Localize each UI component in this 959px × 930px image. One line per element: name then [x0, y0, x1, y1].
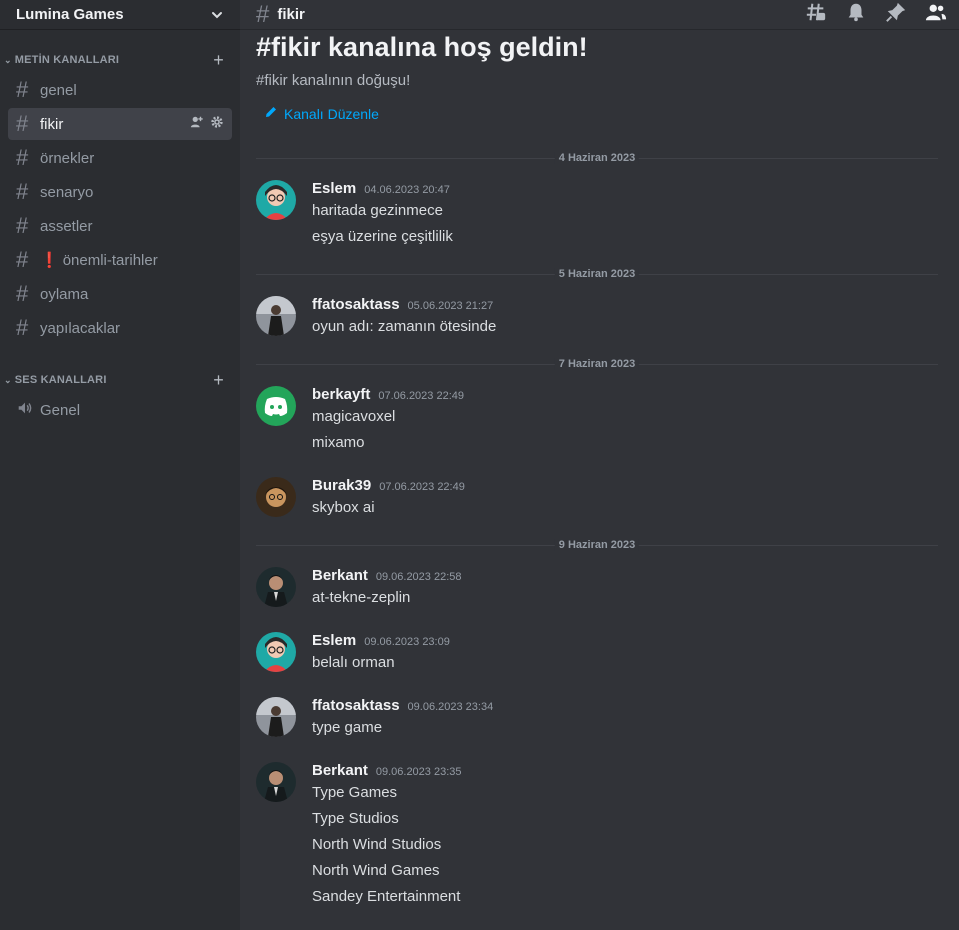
- channel-label: genel: [40, 81, 77, 99]
- pin-icon[interactable]: [885, 1, 907, 28]
- speaker-icon: [16, 399, 40, 421]
- channel-assetler[interactable]: # assetler: [8, 210, 232, 242]
- channel-label: assetler: [40, 217, 93, 235]
- hash-icon: #: [16, 77, 29, 102]
- voice-channels-category[interactable]: ⌄ SES KANALLARI +: [0, 370, 240, 390]
- channel-label: yapılacaklar: [40, 319, 121, 337]
- chevron-down-icon[interactable]: [210, 8, 224, 22]
- channel-senaryo[interactable]: # senaryo: [8, 176, 232, 208]
- gear-icon[interactable]: [210, 115, 224, 133]
- category-label: METİN KANALLARI: [14, 54, 120, 66]
- invite-member-icon[interactable]: [190, 115, 204, 133]
- hash-icon: #: [16, 281, 29, 306]
- server-name: Lumina Games: [16, 6, 124, 23]
- voice-channel-genel[interactable]: Genel: [8, 394, 232, 426]
- channel-label: önemli-tarihler: [62, 251, 158, 269]
- hash-icon: #: [16, 145, 29, 170]
- hash-icon: #: [16, 111, 29, 136]
- channel-label: oylama: [40, 285, 89, 303]
- caret-down-icon: ⌄: [4, 54, 12, 65]
- channel-ornekler[interactable]: # örnekler: [8, 142, 232, 174]
- channel-oylama[interactable]: # oylama: [8, 278, 232, 310]
- channel-label: örnekler: [40, 149, 95, 167]
- topbar-channel-name: fikir: [277, 6, 305, 23]
- exclamation-icon: ❗: [40, 252, 59, 269]
- add-channel-icon[interactable]: +: [213, 51, 224, 69]
- add-channel-icon[interactable]: +: [213, 371, 224, 389]
- hash-icon: #: [256, 0, 270, 28]
- welcome-title: #fikir kanalına hoş geldin!: [256, 32, 588, 62]
- threads-icon[interactable]: [805, 1, 827, 28]
- channel-yapilacaklar[interactable]: # yapılacaklar: [8, 312, 232, 344]
- channel-label: Genel: [40, 401, 81, 419]
- hash-icon: #: [16, 247, 29, 272]
- channel-label: fikir: [40, 115, 64, 133]
- server-header[interactable]: Lumina Games: [0, 0, 240, 30]
- text-channels-category[interactable]: ⌄ METİN KANALLARI +: [0, 50, 240, 70]
- message-list: #fikir kanalına hoş geldin! #fikir kanal…: [240, 30, 959, 930]
- member-list-icon[interactable]: [925, 1, 947, 28]
- category-label: SES KANALLARI: [14, 374, 107, 386]
- edit-channel-link[interactable]: Kanalı Düzenle: [264, 105, 959, 122]
- channel-sidebar: Lumina Games ⌄ METİN KANALLARI + # genel …: [0, 0, 240, 930]
- welcome-subtitle: #fikir kanalının doğuşu!: [256, 72, 411, 89]
- channel-fikir[interactable]: # fikir: [8, 108, 232, 140]
- bell-icon[interactable]: [845, 1, 867, 28]
- hash-icon: #: [16, 179, 29, 204]
- pencil-icon: [264, 105, 278, 122]
- channel-topbar: # fikir: [240, 0, 959, 30]
- channel-onemli-tarihler[interactable]: # ❗ önemli-tarihler: [8, 244, 232, 276]
- hash-icon: #: [16, 315, 29, 340]
- edit-channel-label: Kanalı Düzenle: [284, 105, 379, 122]
- channel-genel[interactable]: # genel: [8, 74, 232, 106]
- caret-down-icon: ⌄: [4, 374, 12, 385]
- hash-icon: #: [16, 213, 29, 238]
- channel-label: senaryo: [40, 183, 94, 201]
